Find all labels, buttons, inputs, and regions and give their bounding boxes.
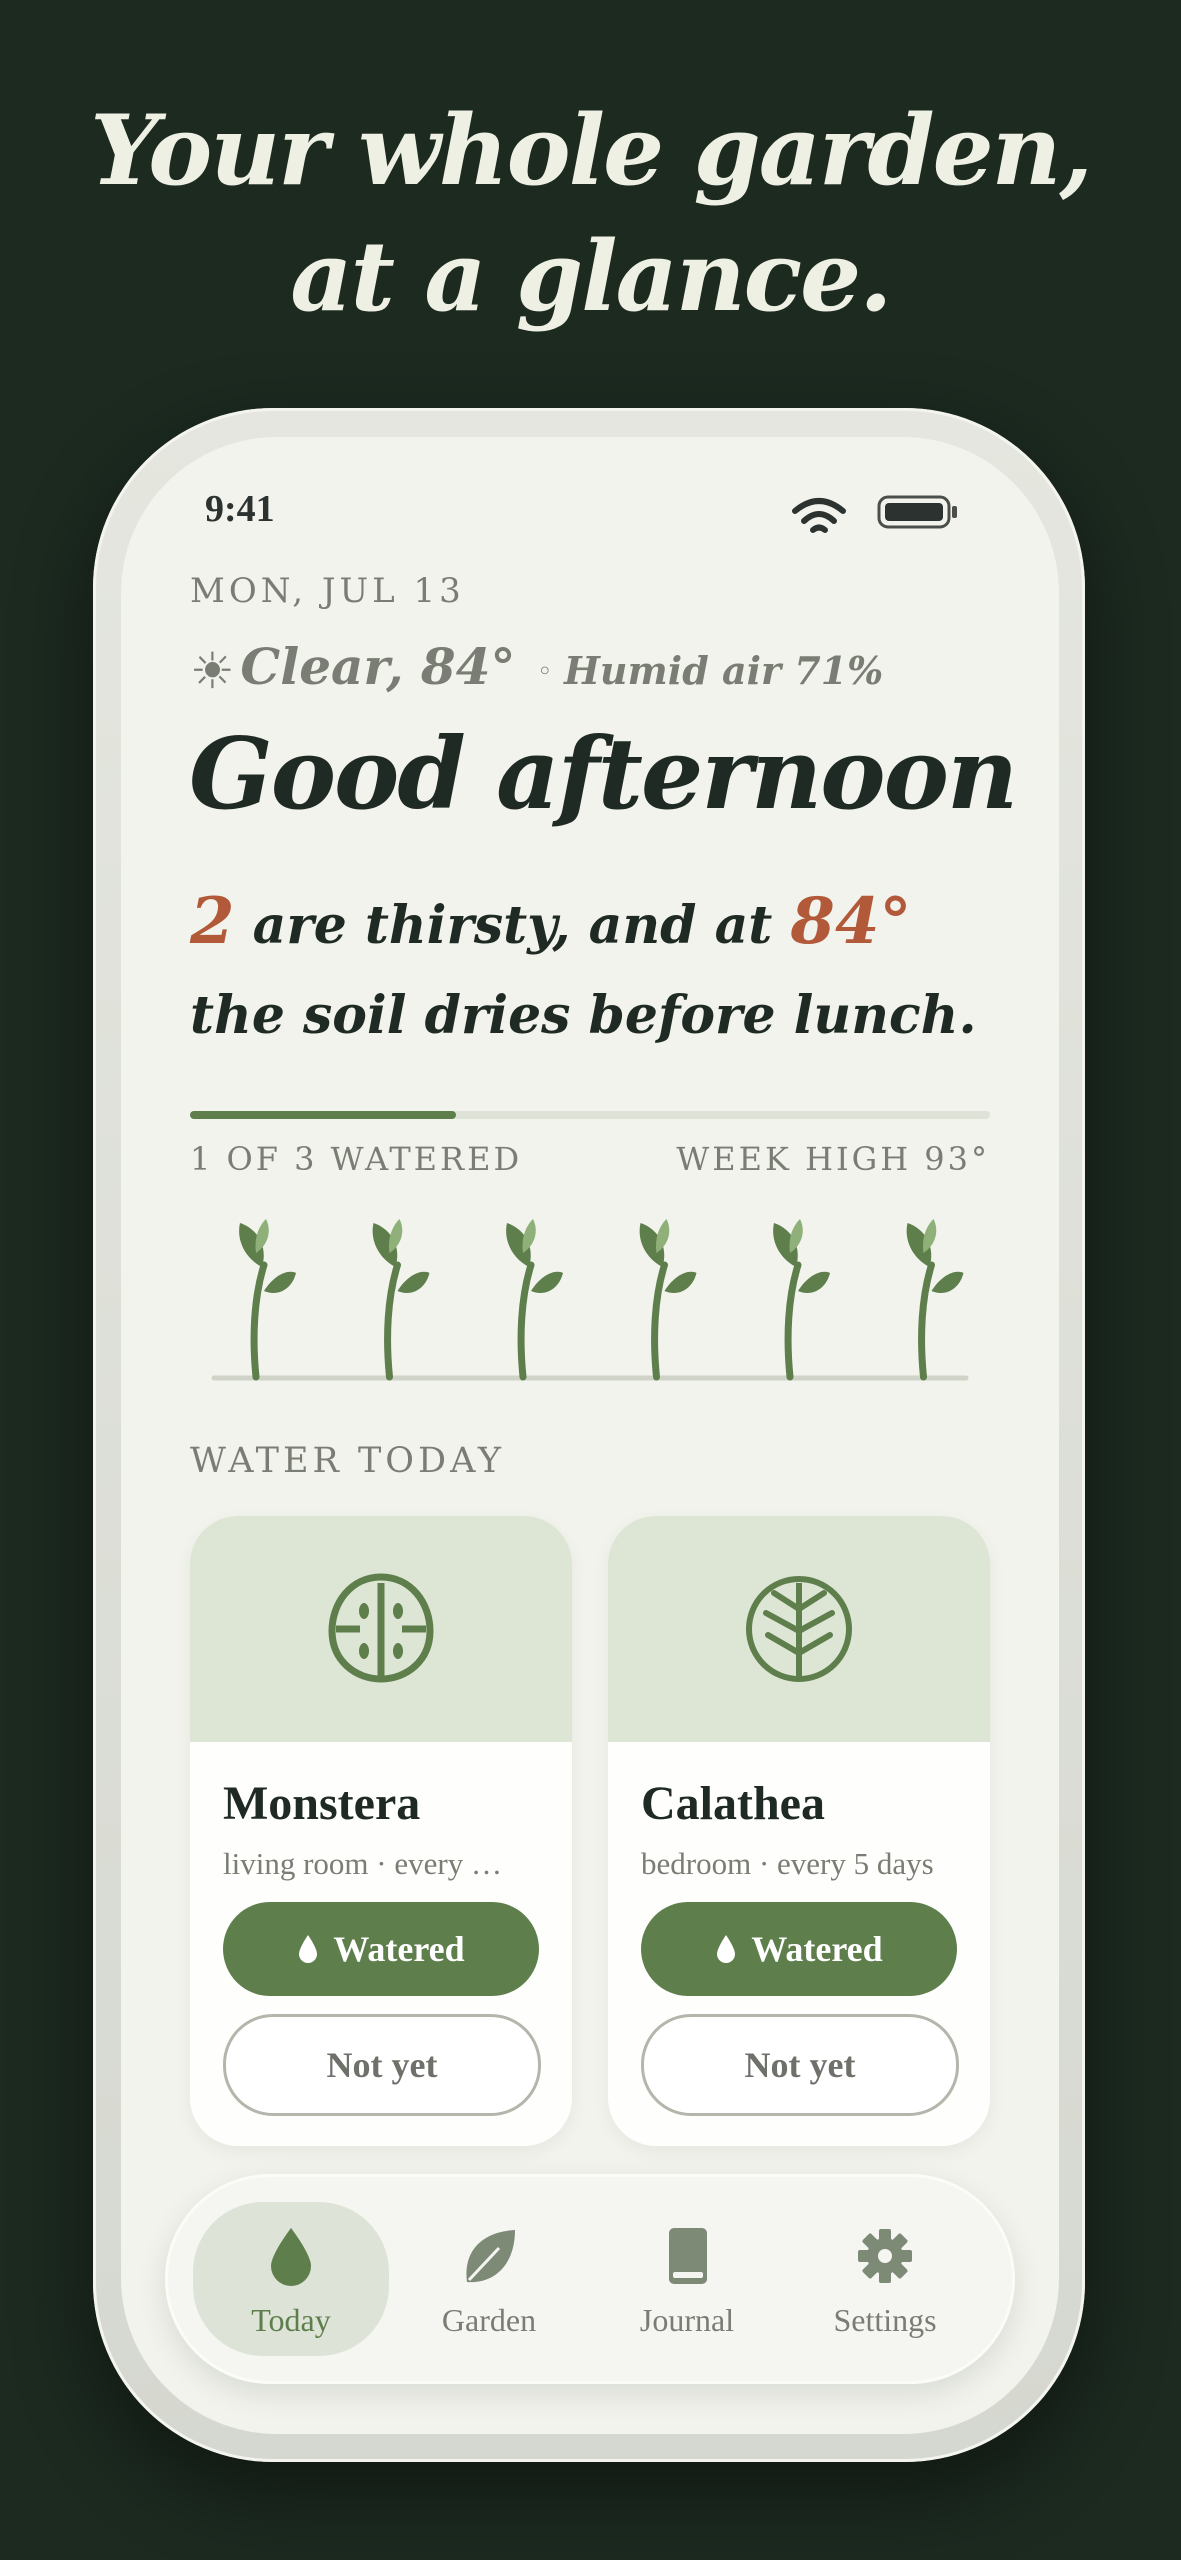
plant-name: Monstera: [223, 1777, 421, 1830]
status-time: 9:41: [205, 488, 275, 530]
leaf-icon: [466, 2230, 515, 2283]
monstera-leaf-icon: [328, 1573, 434, 1683]
humidity-label: Humid air 71%: [564, 648, 884, 693]
watered-progress-fill: [190, 1111, 456, 1119]
not-yet-button-label: Not yet: [326, 2045, 438, 2085]
plant-name: Calathea: [641, 1777, 825, 1830]
tab-today[interactable]: Today: [193, 2202, 389, 2356]
summary-text-1: are thirsty, and at: [234, 895, 791, 956]
thirsty-count: 2: [190, 884, 235, 959]
plant-meta: bedroom · every 5 days: [641, 1846, 934, 1881]
tab-journal[interactable]: Journal: [589, 2202, 785, 2356]
gear-icon: [858, 2229, 912, 2283]
tab-bar: Today Garden Journal Settings: [165, 2174, 1015, 2384]
not-yet-button-label: Not yet: [744, 2045, 856, 2085]
watered-button-label: Watered: [333, 1929, 465, 1969]
weather-line: ☀ Clear, 84° ◦ Humid air 71%: [190, 637, 883, 700]
plant-card-header: [608, 1516, 990, 1742]
weather-condition: Clear, 84°: [240, 637, 516, 696]
watered-button[interactable]: Watered: [223, 1902, 539, 1996]
watered-count-label: 1 OF 3 WATERED: [190, 1140, 523, 1178]
not-yet-button[interactable]: Not yet: [641, 2014, 959, 2116]
not-yet-button[interactable]: Not yet: [223, 2014, 541, 2116]
phone-screen: 9:41 MON, JUL 13 ☀ Clear, 84° ◦ Humid ai…: [121, 437, 1059, 2434]
marketing-headline: Your whole garden, at a glance.: [0, 88, 1181, 340]
sprout-icon: [506, 1219, 563, 1381]
tab-label: Garden: [441, 2302, 537, 2338]
headline-line-1: Your whole garden,: [90, 94, 1093, 207]
drop-icon: [299, 1935, 318, 1963]
plant-meta: living room · every …: [223, 1846, 502, 1881]
tab-label: Settings: [833, 2302, 937, 2338]
plant-card-header: [190, 1516, 572, 1742]
thirst-summary: 2 are thirsty, and at 84° the soil dries…: [190, 877, 1010, 1061]
summary-temperature: 84°: [790, 884, 912, 959]
sprout-icon: [372, 1219, 430, 1381]
drop-icon: [717, 1935, 736, 1963]
sprout-icon: [773, 1219, 830, 1381]
tab-label: Journal: [639, 2302, 735, 2338]
drop-icon: [271, 2228, 311, 2286]
battery-icon: [877, 495, 957, 529]
week-high-label: WEEK HIGH 93°: [676, 1140, 990, 1178]
tab-garden[interactable]: Garden: [391, 2202, 587, 2356]
tab-settings[interactable]: Settings: [787, 2202, 983, 2356]
sprout-icon: [906, 1219, 964, 1381]
plant-card-monstera: Monstera living room · every … Watered N…: [190, 1516, 572, 2146]
greeting-title: Good afternoon: [189, 717, 1018, 832]
headline-line-2: at a glance.: [290, 220, 892, 333]
summary-text-2: the soil dries before lunch.: [190, 985, 977, 1046]
sun-icon: ☀: [190, 642, 235, 700]
calathea-leaf-icon: [746, 1576, 852, 1682]
book-icon: [669, 2228, 707, 2284]
tab-label: Today: [251, 2302, 331, 2338]
separator-dot: ◦: [537, 657, 553, 687]
date-label: MON, JUL 13: [190, 571, 465, 611]
water-today-label: WATER TODAY: [190, 1441, 506, 1481]
plant-card-calathea: Calathea bedroom · every 5 days Watered …: [608, 1516, 990, 2146]
wifi-icon: [792, 498, 846, 533]
sprout-icon: [239, 1219, 296, 1381]
sprout-row: [211, 1219, 969, 1381]
watered-button-label: Watered: [751, 1929, 883, 1969]
watered-button[interactable]: Watered: [641, 1902, 957, 1996]
sprout-icon: [639, 1219, 697, 1381]
